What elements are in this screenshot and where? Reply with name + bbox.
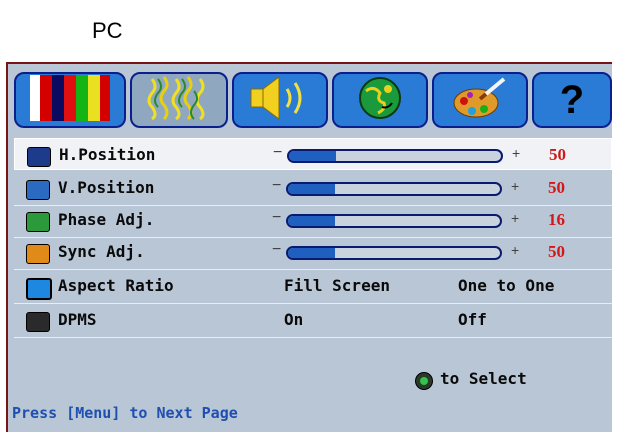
increase-sign: +	[511, 242, 520, 258]
phase-icon	[26, 212, 50, 232]
color-bars-icon	[30, 74, 110, 126]
slider-fill	[289, 151, 336, 161]
footer-hint: Press [Menu] to Next Page	[12, 404, 238, 422]
sync-slider[interactable]	[286, 246, 502, 260]
v-position-slider[interactable]	[286, 182, 502, 196]
osd-menu: ? H.Position − + 50 V.Position − + 50 Ph…	[6, 62, 612, 432]
tab-color[interactable]	[14, 72, 126, 128]
speaker-icon	[245, 75, 315, 126]
h-position-icon	[27, 147, 51, 167]
select-hint: to Select	[440, 369, 527, 388]
phase-slider[interactable]	[286, 214, 502, 228]
v-position-label: V.Position	[58, 178, 155, 197]
help-icon: ?	[559, 77, 585, 122]
v-position-value: 50	[548, 178, 565, 197]
globe-icon	[354, 75, 406, 126]
decrease-sign: −	[273, 144, 283, 161]
phase-label: Phase Adj.	[58, 210, 155, 229]
sync-icon	[26, 244, 50, 264]
dpms-icon	[26, 312, 50, 332]
select-button-icon	[415, 372, 433, 390]
decrease-sign: −	[272, 177, 282, 194]
paint-palette-icon	[450, 75, 510, 126]
phase-value: 16	[548, 210, 565, 229]
dpms-label: DPMS	[58, 310, 97, 329]
aspect-ratio-label: Aspect Ratio	[58, 276, 174, 295]
menu-tabs: ?	[14, 72, 612, 130]
option-one-to-one[interactable]: One to One	[458, 276, 554, 295]
increase-sign: +	[511, 178, 520, 194]
tab-settings[interactable]	[432, 72, 528, 128]
tab-image[interactable]	[130, 72, 228, 128]
tab-help[interactable]: ?	[532, 72, 612, 128]
row-h-position[interactable]: H.Position − + 50	[14, 138, 612, 170]
option-off[interactable]: Off	[458, 310, 487, 329]
sync-value: 50	[548, 242, 565, 261]
decrease-sign: −	[272, 209, 282, 226]
row-aspect-ratio[interactable]: Aspect Ratio Fill Screen One to One	[14, 270, 612, 304]
h-position-label: H.Position	[59, 145, 156, 164]
increase-sign: +	[511, 210, 520, 226]
row-sync-adj[interactable]: Sync Adj. − + 50	[14, 236, 612, 270]
h-position-slider[interactable]	[287, 149, 503, 163]
aspect-ratio-icon	[26, 278, 52, 300]
row-dpms[interactable]: DPMS On Off	[14, 304, 612, 338]
row-v-position[interactable]: V.Position − + 50	[14, 172, 612, 206]
tab-global[interactable]	[332, 72, 428, 128]
wave-pattern-icon	[146, 75, 212, 126]
increase-sign: +	[512, 145, 521, 161]
option-fill-screen[interactable]: Fill Screen	[284, 276, 390, 295]
mode-caption: PC	[92, 18, 123, 43]
slider-fill	[288, 184, 335, 194]
decrease-sign: −	[272, 241, 282, 258]
v-position-icon	[26, 180, 50, 200]
slider-fill	[288, 216, 335, 226]
option-on[interactable]: On	[284, 310, 303, 329]
sync-label: Sync Adj.	[58, 242, 145, 261]
tab-audio[interactable]	[232, 72, 328, 128]
slider-fill	[288, 248, 335, 258]
row-divider	[14, 337, 612, 338]
h-position-value: 50	[549, 145, 566, 164]
row-phase-adj[interactable]: Phase Adj. − + 16	[14, 204, 612, 238]
